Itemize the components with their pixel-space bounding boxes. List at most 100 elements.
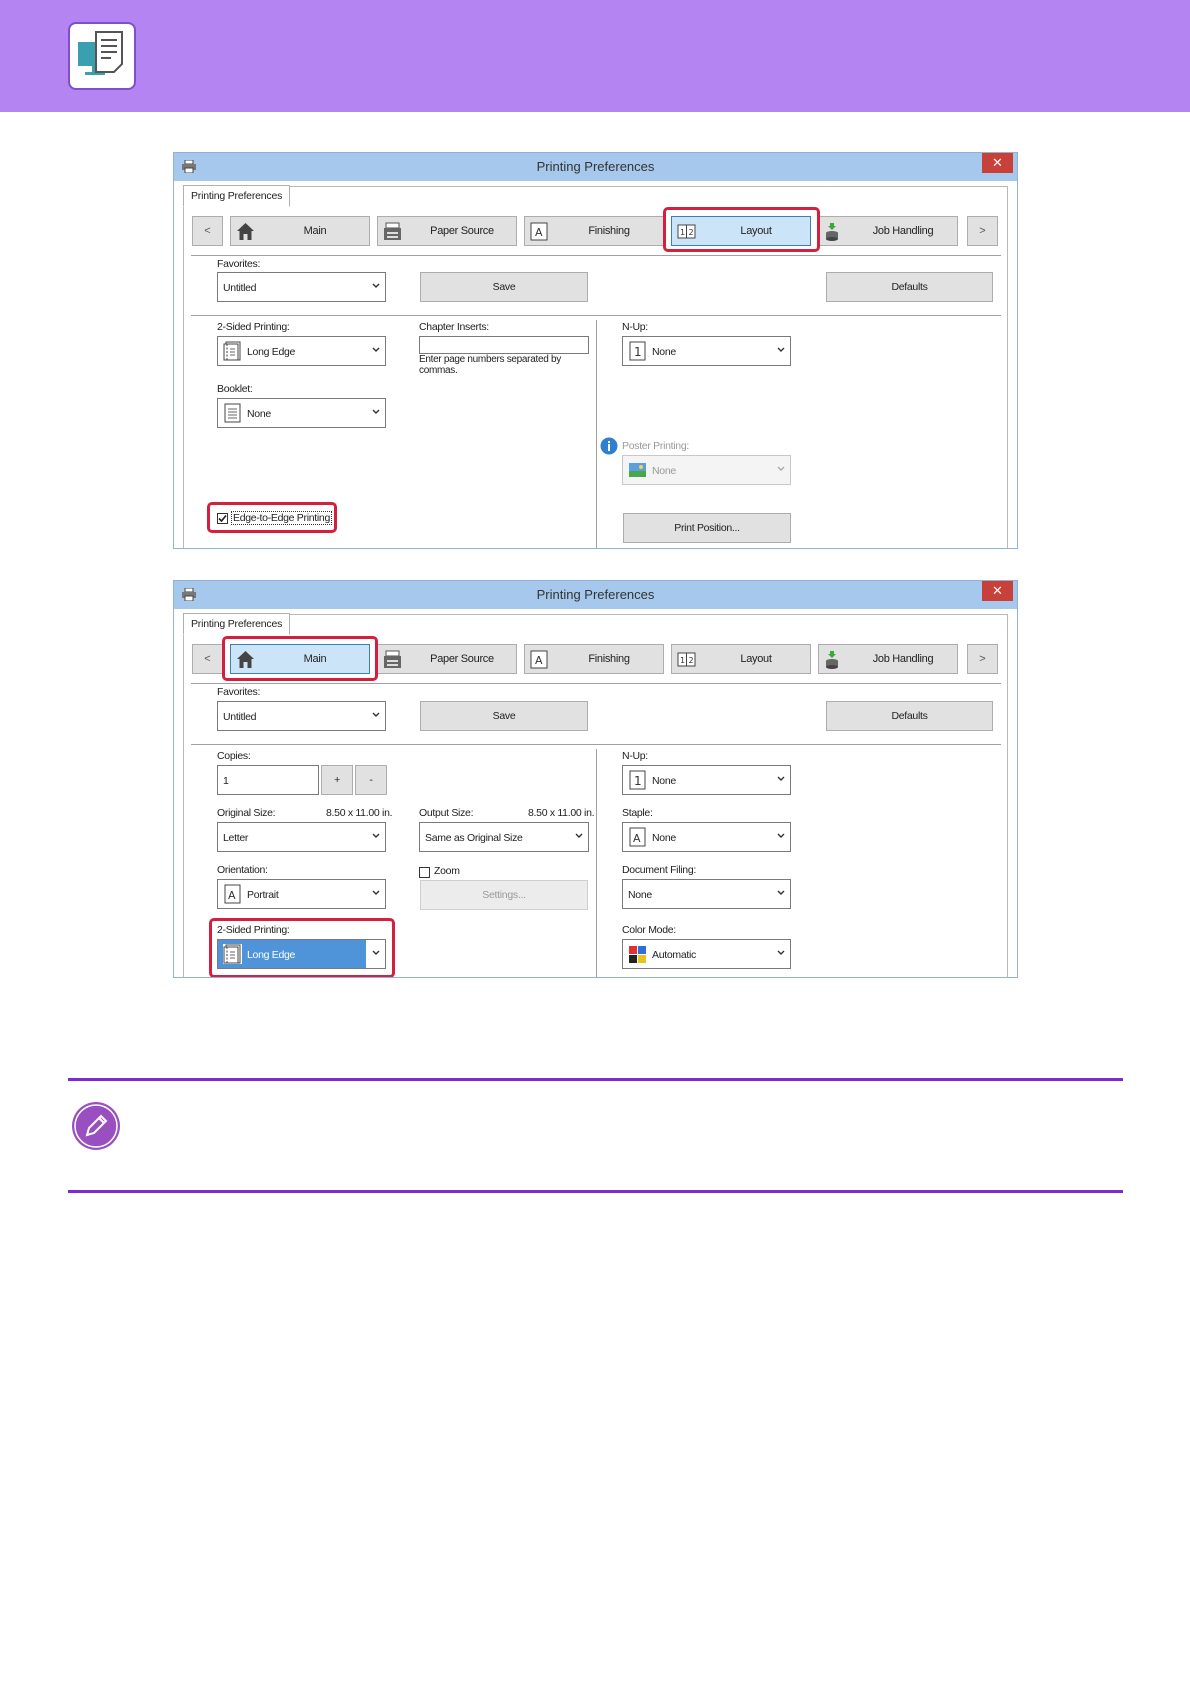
nup-value: None	[652, 775, 676, 787]
document-filing-value: None	[628, 889, 652, 901]
zoom-label[interactable]: Zoom	[434, 865, 460, 877]
chevron-down-icon	[372, 712, 380, 717]
poster-printing-label: Poster Printing:	[622, 440, 689, 452]
chevron-down-icon	[372, 409, 380, 414]
nav-prev-button[interactable]: <	[192, 216, 223, 246]
save-button[interactable]: Save	[420, 701, 588, 731]
long-edge-icon	[223, 341, 241, 361]
tab-job-handling-label: Job Handling	[872, 225, 934, 237]
nav-next-button[interactable]: >	[967, 644, 998, 674]
copies-minus-button[interactable]: -	[355, 765, 387, 795]
booklet-label: Booklet:	[217, 383, 253, 395]
printing-preferences-window-layout: Printing Preferences ✕ Printing Preferen…	[173, 152, 1018, 549]
tab-paper-source-label: Paper Source	[430, 225, 494, 237]
favorites-select[interactable]: Untitled	[217, 701, 386, 731]
chevron-down-icon	[777, 950, 785, 955]
chevron-down-icon	[372, 890, 380, 895]
staple-select[interactable]: A None	[622, 822, 791, 852]
zoom-checkbox[interactable]	[419, 867, 430, 878]
header-banner	[0, 0, 1190, 112]
save-button[interactable]: Save	[420, 272, 588, 302]
tab-printing-preferences[interactable]: Printing Preferences	[183, 613, 291, 635]
nup-select[interactable]: 1 None	[622, 765, 791, 795]
svg-text:1: 1	[680, 656, 685, 665]
two-sided-value: Long Edge	[247, 346, 296, 358]
chapter-inserts-hint: Enter page numbers separated by commas.	[419, 354, 561, 376]
poster-printing-select[interactable]: None	[622, 455, 791, 485]
paper-tray-icon	[384, 650, 401, 668]
document-filing-label: Document Filing:	[622, 864, 696, 876]
section-separator	[191, 744, 1001, 745]
nav-prev-button[interactable]: <	[192, 644, 223, 674]
orientation-select[interactable]: A Portrait	[217, 879, 386, 909]
print-position-button[interactable]: Print Position...	[623, 513, 791, 543]
paper-tray-icon	[384, 222, 401, 240]
orientation-value: Portrait	[247, 889, 279, 901]
tab-job-handling-label: Job Handling	[872, 653, 934, 665]
copies-value: 1	[223, 775, 229, 787]
chevron-down-icon	[372, 833, 380, 838]
original-size-select[interactable]: Letter	[217, 822, 386, 852]
favorites-select[interactable]: Untitled	[217, 272, 386, 302]
tab-printing-preferences[interactable]: Printing Preferences	[183, 185, 291, 207]
tab-paper-source[interactable]: Paper Source	[377, 644, 517, 674]
poster-printing-value: None	[652, 465, 676, 477]
tab-layout-label: Layout	[740, 653, 772, 665]
tab-main[interactable]: Main	[230, 216, 370, 246]
zoom-settings-button[interactable]: Settings...	[420, 880, 588, 910]
nup-label: N-Up:	[622, 750, 648, 762]
chevron-down-icon	[575, 833, 583, 838]
nup-label: N-Up:	[622, 321, 648, 333]
svg-text:A: A	[633, 832, 641, 845]
tab-finishing-label: Finishing	[588, 653, 630, 665]
chapter-inserts-input[interactable]	[419, 336, 589, 354]
color-mode-select[interactable]: Automatic	[622, 939, 791, 969]
svg-text:A: A	[535, 226, 543, 239]
chevron-down-icon	[777, 466, 785, 471]
favorites-label: Favorites:	[217, 686, 261, 698]
color-mode-label: Color Mode:	[622, 924, 676, 936]
nup-select[interactable]: 1 None	[622, 336, 791, 366]
copies-plus-button[interactable]: +	[321, 765, 353, 795]
tab-job-handling[interactable]: Job Handling	[818, 644, 958, 674]
booklet-select[interactable]: None	[217, 398, 386, 428]
chevron-down-icon	[372, 283, 380, 288]
booklet-none-icon	[224, 403, 241, 423]
highlight-edge-to-edge	[207, 502, 337, 533]
output-size-value: Same as Original Size	[425, 832, 523, 844]
defaults-button[interactable]: Defaults	[826, 701, 993, 731]
nup-value: None	[652, 346, 676, 358]
tab-job-handling[interactable]: Job Handling	[818, 216, 958, 246]
output-size-select[interactable]: Same as Original Size	[419, 822, 589, 852]
highlight-two-sided	[209, 918, 395, 977]
highlight-main-tab	[222, 636, 378, 681]
title-bar: Printing Preferences ✕	[174, 153, 1017, 181]
close-button[interactable]: ✕	[982, 581, 1013, 601]
chevron-down-icon	[372, 347, 380, 352]
nav-next-button[interactable]: >	[967, 216, 998, 246]
defaults-button[interactable]: Defaults	[826, 272, 993, 302]
pencil-note-icon	[72, 1102, 120, 1150]
column-separator	[596, 320, 597, 548]
tab-finishing-label: Finishing	[588, 225, 630, 237]
original-size-dims: 8.50 x 11.00 in.	[326, 807, 393, 819]
chapter-inserts-label: Chapter Inserts:	[419, 321, 489, 333]
chevron-down-icon	[777, 347, 785, 352]
nav-separator	[191, 255, 1001, 256]
tab-finishing[interactable]: A Finishing	[524, 216, 664, 246]
output-size-label: Output Size:	[419, 807, 474, 819]
document-filing-select[interactable]: None	[622, 879, 791, 909]
favorites-value: Untitled	[223, 711, 257, 723]
poster-landscape-icon	[629, 463, 646, 477]
svg-text:1: 1	[634, 345, 641, 359]
tab-finishing[interactable]: A Finishing	[524, 644, 664, 674]
tab-layout[interactable]: 12 Layout	[671, 644, 811, 674]
two-sided-select[interactable]: Long Edge	[217, 336, 386, 366]
tab-paper-source[interactable]: Paper Source	[377, 216, 517, 246]
one-up-icon: 1	[629, 770, 646, 790]
staple-value: None	[652, 832, 676, 844]
chevron-down-icon	[777, 776, 785, 781]
copies-input[interactable]: 1	[217, 765, 319, 795]
close-button[interactable]: ✕	[982, 153, 1013, 173]
copies-label: Copies:	[217, 750, 251, 762]
